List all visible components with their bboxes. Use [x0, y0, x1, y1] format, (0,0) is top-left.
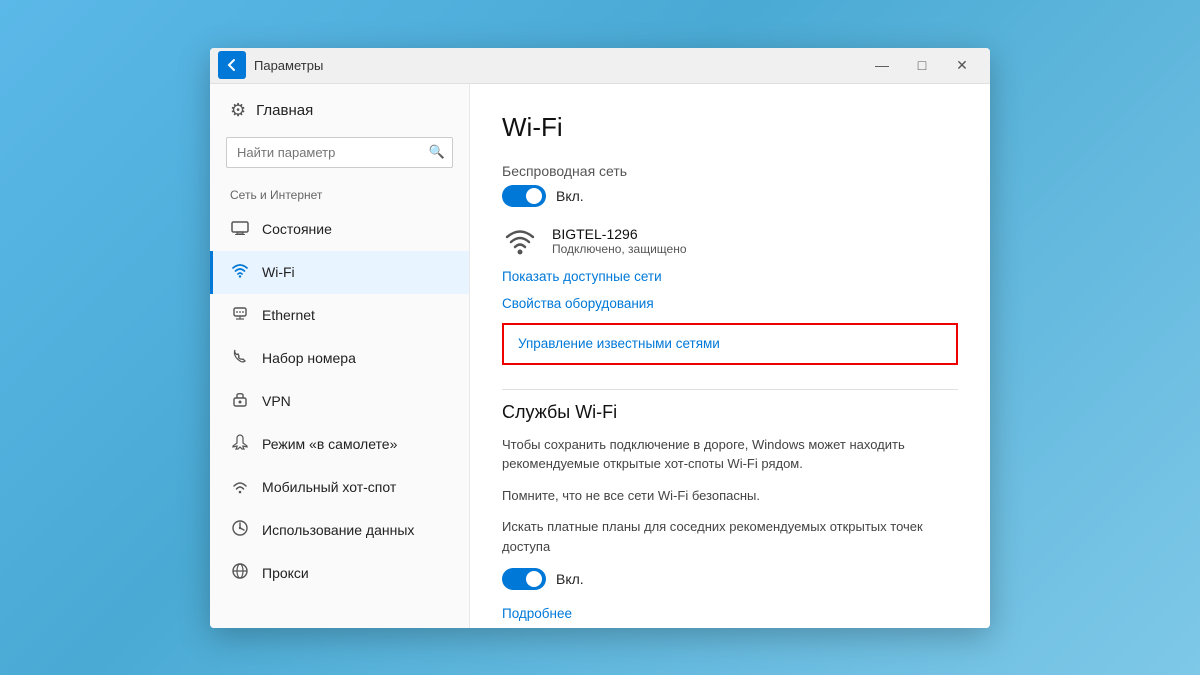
content-wrapper: Wi-Fi Беспроводная сеть Вкл. [502, 112, 958, 622]
wifi-services-text1: Чтобы сохранить подключение в дороге, Wi… [502, 435, 958, 474]
sidebar-item-wifi[interactable]: Wi-Fi [210, 251, 469, 294]
sidebar-item-proxy[interactable]: Прокси [210, 552, 469, 595]
sidebar: ⚙ Главная 🔍 Сеть и Интернет Сост [210, 84, 470, 628]
divider [502, 389, 958, 390]
wifi-services-title: Службы Wi-Fi [502, 402, 958, 423]
status-icon [230, 218, 250, 241]
sidebar-item-hotspot[interactable]: Мобильный хот-спот [210, 466, 469, 509]
maximize-button[interactable]: □ [902, 48, 942, 84]
close-button[interactable]: ✕ [942, 48, 982, 84]
network-name: BIGTEL-1296 [552, 226, 687, 242]
wireless-toggle[interactable] [502, 185, 546, 207]
sidebar-item-airplane[interactable]: Режим «в самолете» [210, 423, 469, 466]
back-button[interactable] [218, 51, 246, 79]
sidebar-home[interactable]: ⚙ Главная [210, 84, 469, 137]
sidebar-item-vpn[interactable]: VPN [210, 380, 469, 423]
datausage-icon [230, 519, 250, 542]
manage-networks-link[interactable]: Управление известными сетями [518, 336, 720, 351]
paid-toggle-row: Вкл. [502, 568, 958, 590]
page-title: Wi-Fi [502, 112, 958, 143]
wifi-label: Wi-Fi [262, 264, 295, 280]
ethernet-icon [230, 304, 250, 327]
status-label: Состояние [262, 221, 332, 237]
network-status: Подключено, защищено [552, 242, 687, 256]
wifi-services-text2: Помните, что не все сети Wi-Fi безопасны… [502, 486, 958, 506]
paid-toggle[interactable] [502, 568, 546, 590]
settings-window: Параметры — □ ✕ ⚙ Главная 🔍 Сеть и Интер… [210, 48, 990, 628]
dialup-icon [230, 347, 250, 370]
minimize-button[interactable]: — [862, 48, 902, 84]
airplane-icon [230, 433, 250, 456]
content-pane: Wi-Fi Беспроводная сеть Вкл. [470, 84, 990, 628]
wifi-connected-icon [502, 223, 538, 259]
hotspot-label: Мобильный хот-спот [262, 479, 396, 495]
paid-plans-text: Искать платные планы для соседних рекоме… [502, 517, 958, 556]
main-area: ⚙ Главная 🔍 Сеть и Интернет Сост [210, 84, 990, 628]
manage-networks-box[interactable]: Управление известными сетями [502, 323, 958, 365]
wifi-nav-icon [230, 261, 250, 284]
hardware-props-link[interactable]: Свойства оборудования [502, 296, 958, 311]
sidebar-item-datausage[interactable]: Использование данных [210, 509, 469, 552]
sidebar-item-ethernet[interactable]: Ethernet [210, 294, 469, 337]
network-info: BIGTEL-1296 Подключено, защищено [552, 226, 687, 256]
wireless-network-label: Беспроводная сеть [502, 163, 958, 179]
window-controls: — □ ✕ [862, 48, 982, 84]
connected-network: BIGTEL-1296 Подключено, защищено [502, 223, 958, 259]
search-icon: 🔍 [429, 144, 445, 160]
sidebar-section-label: Сеть и Интернет [210, 184, 469, 208]
dialup-label: Набор номера [262, 350, 356, 366]
more-link[interactable]: Подробнее [502, 606, 958, 621]
airplane-label: Режим «в самолете» [262, 436, 397, 452]
proxy-icon [230, 562, 250, 585]
proxy-label: Прокси [262, 565, 309, 581]
datausage-label: Использование данных [262, 522, 414, 538]
search-box: 🔍 [226, 137, 453, 168]
home-label: Главная [256, 102, 313, 119]
gear-icon: ⚙ [230, 100, 246, 121]
vpn-label: VPN [262, 393, 291, 409]
show-networks-link[interactable]: Показать доступные сети [502, 269, 958, 284]
paid-toggle-label: Вкл. [556, 571, 584, 587]
search-input[interactable] [226, 137, 453, 168]
wireless-toggle-label: Вкл. [556, 188, 584, 204]
ethernet-label: Ethernet [262, 307, 315, 323]
vpn-icon [230, 390, 250, 413]
titlebar: Параметры — □ ✕ [210, 48, 990, 84]
sidebar-item-status[interactable]: Состояние [210, 208, 469, 251]
hotspot-icon [230, 476, 250, 499]
window-title: Параметры [254, 58, 862, 73]
wireless-toggle-row: Вкл. [502, 185, 958, 207]
sidebar-item-dialup[interactable]: Набор номера [210, 337, 469, 380]
